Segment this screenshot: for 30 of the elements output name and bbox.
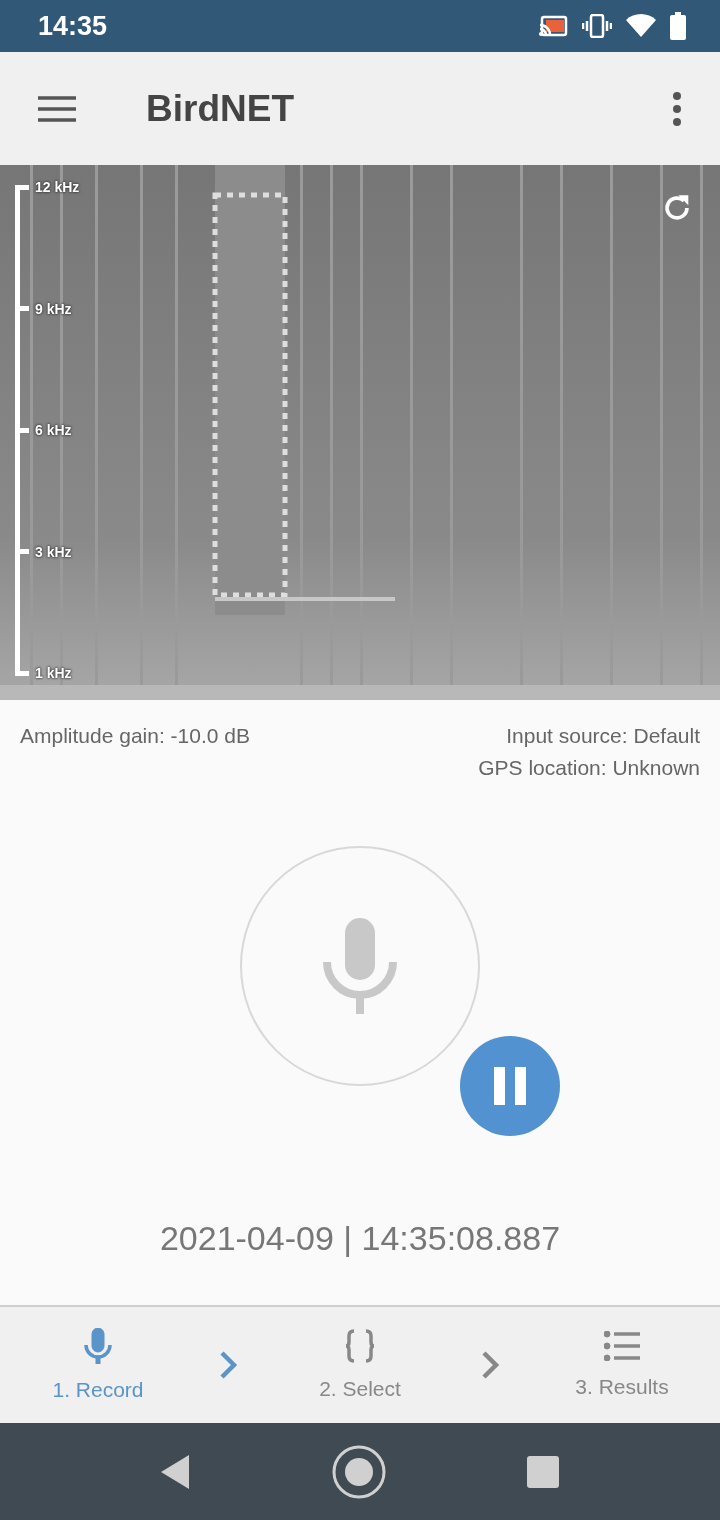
step-tab[interactable]: 1. Record <box>23 1328 173 1402</box>
chevron-icon <box>481 1350 501 1380</box>
more-options-icon[interactable] <box>672 91 682 126</box>
amplitude-gain-text: Amplitude gain: -10.0 dB <box>20 724 250 749</box>
microphone-icon <box>84 1328 112 1364</box>
frequency-label: 9 kHz <box>35 300 72 317</box>
frequency-label: 3 kHz <box>35 543 72 560</box>
pause-icon <box>494 1067 526 1105</box>
frequency-label: 6 kHz <box>35 422 72 438</box>
cast-icon <box>538 15 568 37</box>
input-source-text: Input source: Default <box>506 724 700 748</box>
home-icon[interactable] <box>331 1443 387 1500</box>
braces-icon <box>345 1329 375 1363</box>
menu-icon[interactable] <box>38 94 76 123</box>
battery-icon <box>670 12 686 40</box>
app-title: BirdNET <box>146 87 295 130</box>
wifi-icon <box>626 14 656 38</box>
gps-location-text: GPS location: Unknown <box>478 756 700 780</box>
status-time: 14:35 <box>38 10 108 42</box>
microphone-icon <box>323 918 397 1014</box>
back-icon[interactable] <box>161 1454 191 1489</box>
vibrate-icon <box>582 14 612 38</box>
overview-icon[interactable] <box>527 1455 559 1488</box>
list-icon <box>604 1331 640 1361</box>
step-tab[interactable]: 3. Results <box>547 1331 697 1399</box>
step-tab[interactable]: 2. Select <box>285 1329 435 1401</box>
chevron-icon <box>219 1350 239 1380</box>
frequency-label: 1 kHz <box>35 665 72 681</box>
recording-timestamp: 2021-04-09 | 14:35:08.887 <box>159 1219 561 1258</box>
frequency-label: 12 kHz <box>35 179 80 195</box>
